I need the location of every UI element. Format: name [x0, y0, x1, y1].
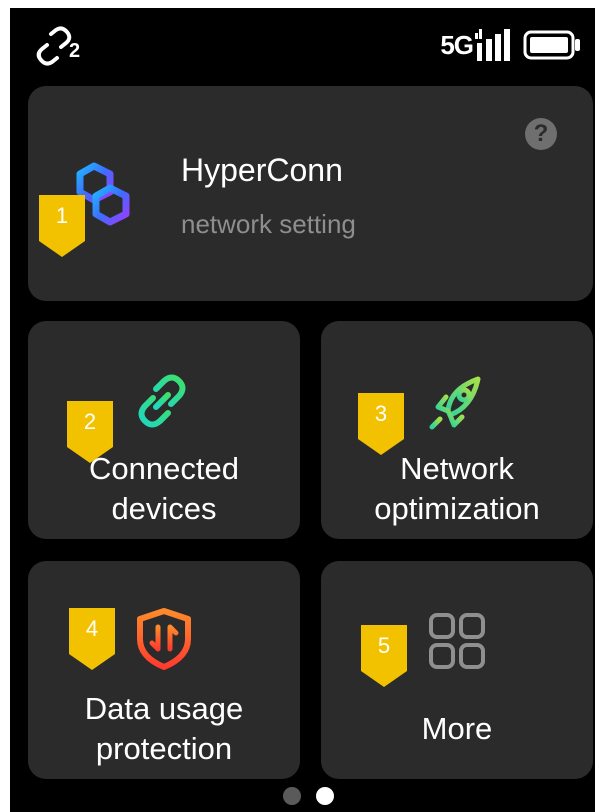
link-count: 2	[69, 40, 81, 62]
more-label: More	[421, 711, 493, 746]
signal-icon	[475, 29, 510, 61]
link-status: 2	[34, 26, 94, 68]
marker-1-number: 1	[55, 203, 69, 228]
data-usage-protection-label-line2: protection	[95, 731, 233, 766]
link-icon	[36, 26, 72, 66]
connected-devices-label-line2: devices	[111, 491, 217, 526]
status-indicators: 5G	[440, 28, 581, 62]
page-dot-2-active[interactable]	[316, 787, 334, 805]
help-icon[interactable]: ?	[525, 118, 557, 150]
marker-4: 4	[69, 608, 115, 670]
marker-5: 5	[361, 625, 407, 687]
hyperconn-card[interactable]: HyperConn network setting ?	[28, 86, 593, 301]
rocket-icon	[429, 376, 481, 430]
marker-1: 1	[39, 195, 85, 257]
marker-2-number: 2	[83, 409, 97, 434]
grid-icon	[429, 613, 485, 669]
link-chain-icon	[138, 374, 186, 428]
data-usage-protection-label: Data usage	[84, 691, 244, 726]
phone-screen: 2 5G HyperConn network setting ? Connect…	[10, 8, 595, 812]
marker-2: 2	[67, 401, 113, 463]
network-type: 5G	[440, 29, 474, 60]
network-optimization-label-line2: optimization	[374, 491, 540, 526]
marker-3-number: 3	[374, 401, 388, 426]
page-dot-1[interactable]	[283, 787, 301, 805]
shield-icon	[137, 608, 191, 670]
hyperconn-subtitle: network setting	[181, 209, 356, 239]
battery-icon	[523, 30, 580, 60]
marker-5-number: 5	[377, 633, 391, 658]
hyperconn-title: HyperConn	[181, 152, 343, 188]
marker-4-number: 4	[85, 616, 99, 641]
marker-3: 3	[358, 393, 404, 455]
